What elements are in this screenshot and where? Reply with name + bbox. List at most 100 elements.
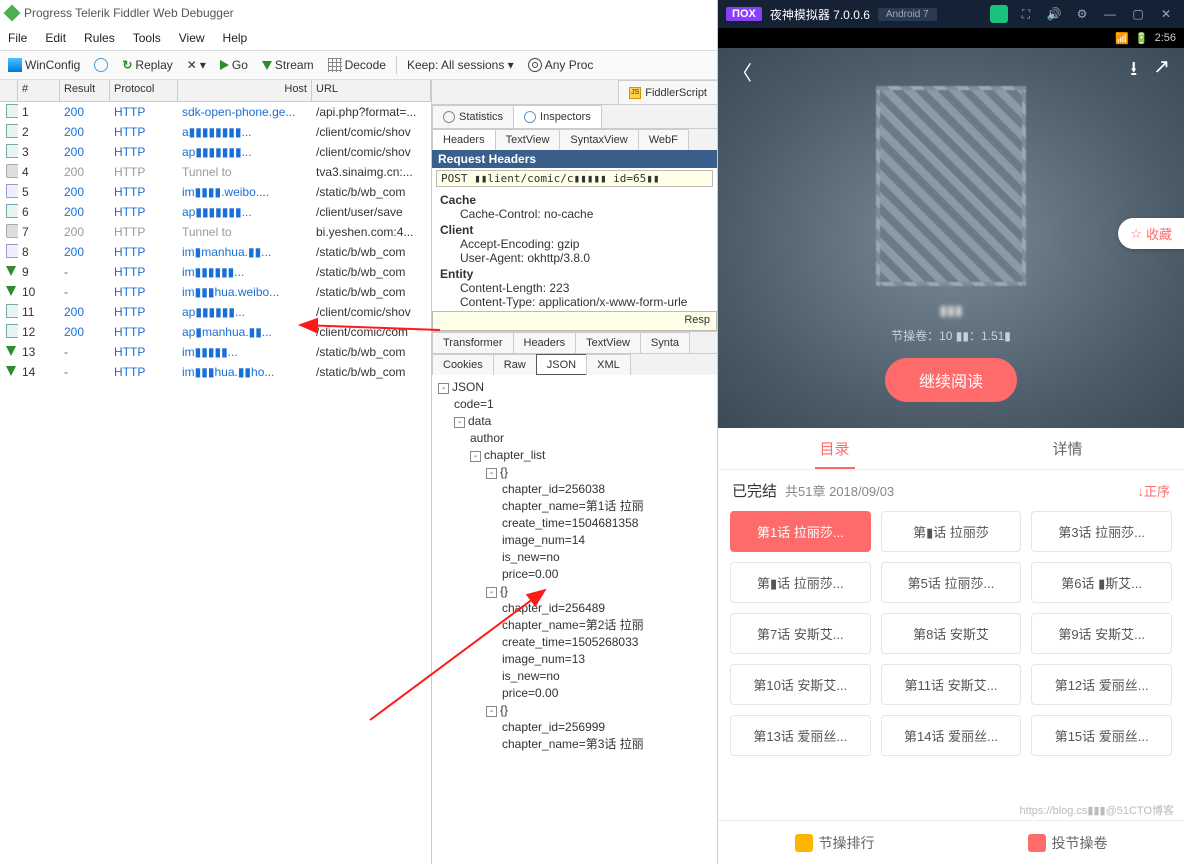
favorite-button[interactable]: ☆收藏: [1118, 218, 1184, 249]
request-headers-title: Request Headers: [432, 150, 717, 168]
tab-statistics[interactable]: Statistics: [432, 105, 514, 128]
menu-help[interactable]: Help: [223, 31, 248, 45]
fiddler-icon: [4, 5, 21, 22]
tab-req-headers[interactable]: Headers: [432, 129, 496, 150]
response-bar[interactable]: Resp: [432, 311, 717, 331]
window-title: Progress Telerik Fiddler Web Debugger: [24, 6, 234, 20]
json-tree[interactable]: -JSONcode=1-dataauthor-chapter_list-{}ch…: [432, 375, 717, 864]
tab-fiddlerscript[interactable]: JSFiddlerScript: [618, 80, 717, 104]
winconfig-button[interactable]: WinConfig: [4, 56, 84, 74]
tab-resp-textview[interactable]: TextView: [575, 332, 641, 353]
vote-button[interactable]: 投节操卷: [951, 821, 1184, 864]
grid-icon: [328, 58, 342, 72]
chapter-chip[interactable]: 第▮话 拉丽莎: [881, 511, 1022, 552]
session-row[interactable]: 6200HTTPap▮▮▮▮▮▮▮.../client/user/save: [0, 202, 431, 222]
replay-button[interactable]: ↻Replay: [118, 56, 176, 74]
minimize-icon[interactable]: —: [1100, 4, 1120, 24]
menu-rules[interactable]: Rules: [84, 31, 115, 45]
chapter-chip[interactable]: 第3话 拉丽莎...: [1031, 511, 1172, 552]
tab-resp-synta[interactable]: Synta: [640, 332, 690, 353]
session-list: # Result Protocol Host URL 1200HTTPsdk-o…: [0, 80, 432, 864]
settings-icon[interactable]: ⚙: [1072, 4, 1092, 24]
store-icon[interactable]: [990, 5, 1008, 23]
back-icon[interactable]: 〈: [732, 57, 752, 86]
session-row[interactable]: 8200HTTPim▮manhua.▮▮.../static/b/wb_com: [0, 242, 431, 262]
nox-title: 夜神模拟器 7.0.0.6: [770, 6, 870, 23]
menu-bar[interactable]: File Edit Rules Tools View Help: [0, 26, 717, 50]
chapter-chip[interactable]: 第5话 拉丽莎...: [881, 562, 1022, 603]
nox-brand: ΠOX: [726, 7, 762, 21]
menu-edit[interactable]: Edit: [45, 31, 66, 45]
sort-button[interactable]: ↓正序: [1137, 481, 1170, 500]
nox-titlebar: ΠOX 夜神模拟器 7.0.0.6 Android 7 ⛶ 🔊 ⚙ — ▢ ✕: [718, 0, 1184, 28]
any-process-button[interactable]: Any Proc: [524, 56, 598, 74]
chapter-chip[interactable]: 第7话 安斯艾...: [730, 613, 871, 654]
session-row[interactable]: 12200HTTPap▮manhua.▮▮.../client/comic/co…: [0, 322, 431, 342]
volume-icon[interactable]: 🔊: [1044, 4, 1064, 24]
rank-button[interactable]: 节操排行: [718, 821, 951, 864]
nox-emulator: ΠOX 夜神模拟器 7.0.0.6 Android 7 ⛶ 🔊 ⚙ — ▢ ✕ …: [718, 0, 1184, 864]
keep-dropdown[interactable]: Keep: All sessions ▾: [403, 56, 518, 74]
comic-hero: ☆收藏 ▮▮▮ 节操卷：10 ▮▮：1.51▮ 继续阅读: [718, 48, 1184, 428]
chapter-chip[interactable]: 第1话 拉丽莎...: [730, 511, 871, 552]
tab-inspectors[interactable]: Inspectors: [513, 105, 602, 128]
tab-xml[interactable]: XML: [586, 354, 631, 375]
close-icon[interactable]: ✕: [1156, 4, 1176, 24]
session-row[interactable]: 11200HTTPap▮▮▮▮▮▮.../client/comic/shov: [0, 302, 431, 322]
session-row[interactable]: 7200HTTPTunnel tobi.yeshen.com:4...: [0, 222, 431, 242]
chapter-chip[interactable]: 第6话 ▮斯艾...: [1031, 562, 1172, 603]
request-tabs: Headers TextView SyntaxView WebF: [432, 128, 717, 150]
fullscreen-icon[interactable]: ⛶: [1016, 4, 1036, 24]
share-icon[interactable]: ↗: [1153, 54, 1170, 88]
menu-tools[interactable]: Tools: [133, 31, 161, 45]
session-row[interactable]: 14-HTTPim▮▮▮hua.▮▮ho.../static/b/wb_com: [0, 362, 431, 382]
ticket-icon: [1028, 834, 1046, 852]
tab-json[interactable]: JSON: [536, 354, 587, 375]
response-tabs-2: Cookies Raw JSON XML: [432, 353, 717, 375]
response-tabs-1: Transformer Headers TextView Synta: [432, 331, 717, 353]
tab-req-syntax[interactable]: SyntaxView: [559, 129, 638, 150]
session-row[interactable]: 2200HTTPa▮▮▮▮▮▮▮▮.../client/comic/shov: [0, 122, 431, 142]
session-row[interactable]: 3200HTTPap▮▮▮▮▮▮▮.../client/comic/shov: [0, 142, 431, 162]
session-row[interactable]: 10-HTTPim▮▮▮hua.weibo.../static/b/wb_com: [0, 282, 431, 302]
decode-button[interactable]: Decode: [324, 56, 390, 74]
chapter-chip[interactable]: 第▮话 拉丽莎...: [730, 562, 871, 603]
session-row[interactable]: 5200HTTPim▮▮▮▮.weibo..../static/b/wb_com: [0, 182, 431, 202]
windows-icon: [8, 58, 22, 72]
chapter-chip[interactable]: 第10话 安斯艾...: [730, 664, 871, 705]
wifi-icon: 📶: [1115, 32, 1129, 45]
tab-raw[interactable]: Raw: [493, 354, 537, 375]
menu-view[interactable]: View: [179, 31, 205, 45]
go-button[interactable]: Go: [216, 56, 252, 74]
download-icon[interactable]: ⭳: [1130, 54, 1137, 88]
chapter-chip[interactable]: 第11话 安斯艾...: [881, 664, 1022, 705]
chapter-chip[interactable]: 第14话 爱丽丝...: [881, 715, 1022, 756]
chapter-chip[interactable]: 第8话 安斯艾: [881, 613, 1022, 654]
chapter-chip[interactable]: 第15话 爱丽丝...: [1031, 715, 1172, 756]
session-row[interactable]: 9-HTTPim▮▮▮▮▮▮.../static/b/wb_com: [0, 262, 431, 282]
tab-transformer[interactable]: Transformer: [432, 332, 514, 353]
tab-req-webf[interactable]: WebF: [638, 129, 689, 150]
stream-button[interactable]: Stream: [258, 56, 318, 74]
tab-cookies[interactable]: Cookies: [432, 354, 494, 375]
comment-button[interactable]: [90, 56, 112, 74]
tab-req-textview[interactable]: TextView: [495, 129, 561, 150]
maximize-icon[interactable]: ▢: [1128, 4, 1148, 24]
remove-button[interactable]: ✕▾: [183, 56, 210, 74]
chapter-chip[interactable]: 第9话 安斯艾...: [1031, 613, 1172, 654]
request-header-block: CacheCache-Control: no-cache ClientAccep…: [432, 189, 717, 311]
android-badge: Android 7: [878, 8, 937, 21]
tab-catalog[interactable]: 目录: [718, 428, 951, 469]
session-row[interactable]: 13-HTTPim▮▮▮▮▮.../static/b/wb_com: [0, 342, 431, 362]
comic-tabs: 目录 详情: [718, 428, 1184, 470]
session-row[interactable]: 4200HTTPTunnel totva3.sinaimg.cn:...: [0, 162, 431, 182]
chapter-chip[interactable]: 第13话 爱丽丝...: [730, 715, 871, 756]
tab-resp-headers[interactable]: Headers: [513, 332, 577, 353]
menu-file[interactable]: File: [8, 31, 27, 45]
chapter-meta: 已完结 共51章 2018/09/03 ↓正序: [718, 470, 1184, 511]
session-header: # Result Protocol Host URL: [0, 80, 431, 102]
session-row[interactable]: 1200HTTPsdk-open-phone.ge.../api.php?for…: [0, 102, 431, 122]
tab-detail[interactable]: 详情: [951, 428, 1184, 469]
continue-read-button[interactable]: 继续阅读: [885, 358, 1017, 402]
chapter-chip[interactable]: 第12话 爱丽丝...: [1031, 664, 1172, 705]
